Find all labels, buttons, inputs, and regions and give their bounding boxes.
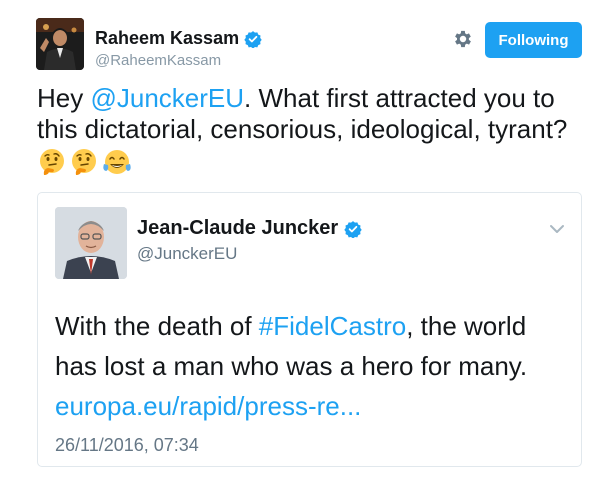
author-name[interactable]: Raheem Kassam	[95, 28, 239, 49]
thinking-face-icon	[72, 149, 96, 175]
following-button[interactable]: Following	[485, 22, 582, 58]
quoted-tweet-text: With the death of #FidelCastro, the worl…	[55, 306, 570, 426]
tweet-card: Raheem Kassam @RaheemKassam Following He…	[0, 0, 600, 479]
tweet-text-prefix: Hey	[37, 83, 91, 113]
emoji-row	[38, 148, 132, 176]
mention-link[interactable]: @JunckerEU	[90, 83, 244, 113]
face-with-tears-of-joy-icon	[103, 150, 131, 174]
author-handle[interactable]: @RaheemKassam	[95, 52, 262, 69]
quoted-author-info[interactable]: Jean-Claude Juncker @JunckerEU	[137, 217, 362, 264]
tweet-text: Hey @JunckerEU. What first attracted you…	[37, 83, 582, 145]
chevron-down-icon[interactable]	[549, 223, 565, 235]
quoted-author-avatar[interactable]	[55, 207, 127, 279]
verified-badge-icon	[344, 220, 362, 238]
quoted-tweet[interactable]: Jean-Claude Juncker @JunckerEU With the …	[37, 192, 582, 467]
quoted-author-handle[interactable]: @JunckerEU	[137, 244, 362, 264]
thinking-face-icon	[40, 149, 64, 175]
quoted-author-name[interactable]: Jean-Claude Juncker	[137, 217, 338, 240]
press-release-link[interactable]: europa.eu/rapid/press-re...	[55, 386, 570, 426]
hashtag-link[interactable]: #FidelCastro	[259, 311, 406, 341]
quoted-text-prefix: With the death of	[55, 311, 259, 341]
gear-icon[interactable]	[452, 28, 474, 50]
quoted-tweet-timestamp[interactable]: 26/11/2016, 07:34	[55, 435, 199, 456]
author-info[interactable]: Raheem Kassam @RaheemKassam	[95, 28, 262, 69]
verified-badge-icon	[244, 30, 262, 48]
author-avatar[interactable]	[36, 18, 84, 70]
